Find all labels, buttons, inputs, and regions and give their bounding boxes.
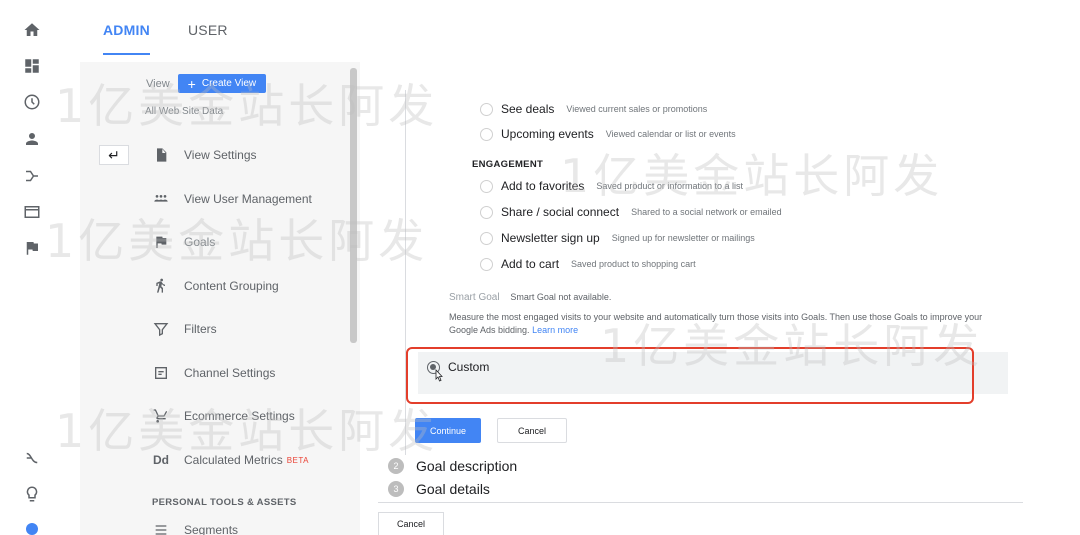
step-label: Goal description [416,458,518,474]
view-name: All Web Site Data [145,106,224,117]
nav-item-label: Segments [184,523,239,535]
personal-tools-section-label: PERSONAL TOOLS & ASSETS [152,497,297,508]
option-label: Add to favorites [501,179,585,193]
dd-icon: Dd [153,453,169,467]
radio-button[interactable] [480,231,493,245]
cart-icon [150,408,172,424]
home-icon[interactable] [23,21,41,39]
step-goal-details[interactable]: 3 Goal details [388,481,490,497]
option-desc: Saved product or information to a list [596,181,743,191]
person-icon[interactable] [23,130,41,148]
top-tabs: ADMIN USER [80,0,1080,62]
analytics-admin-screen: ADMIN USER View + Create View All Web Si… [0,0,1080,535]
option-label: Upcoming events [501,127,594,141]
back-arrow-icon: ↵ [108,146,120,163]
nav-item-calculated-metrics[interactable]: Dd Calculated Metrics BETA [150,450,309,470]
smart-goal-label: Smart Goal [449,292,500,303]
radio-button[interactable] [480,205,493,219]
beta-badge: BETA [286,455,310,465]
continue-button[interactable]: Continue [415,418,481,443]
radio-button[interactable] [480,179,493,193]
nav-scrollbar[interactable] [350,68,357,343]
option-desc: Shared to a social network or emailed [631,207,782,217]
learn-more-link[interactable]: Learn more [532,325,578,335]
nav-item-label: Ecommerce Settings [184,409,295,423]
custom-option-label: Custom [448,360,490,374]
nav-item-label: View Settings [184,148,257,162]
step-goal-description[interactable]: 2 Goal description [388,458,517,474]
admin-gear-icon[interactable] [23,520,41,535]
cancel-button[interactable]: Cancel [497,418,567,443]
filter-icon [150,321,172,337]
custom-highlight-box [406,347,974,404]
nav-item-ecommerce-settings[interactable]: Ecommerce Settings [150,406,295,426]
nav-item-label: Filters [184,322,217,336]
clock-icon[interactable] [23,93,41,111]
option-desc: Viewed calendar or list or events [605,129,736,139]
channel-icon [150,365,172,381]
nav-item-label: Channel Settings [184,366,276,380]
option-label: Newsletter sign up [501,231,600,245]
radio-button[interactable] [480,257,493,271]
option-label: See deals [501,102,555,116]
smart-goal-title: Smart Goal Smart Goal not available. [449,292,611,303]
goal-option-newsletter-sign-up[interactable]: Newsletter sign up Signed up for newslet… [480,231,755,245]
create-view-label: Create View [201,78,257,89]
flag-icon[interactable] [23,239,41,257]
bottom-divider [378,502,1023,503]
nav-item-goals[interactable]: Goals [150,232,215,252]
goal-option-add-to-favorites[interactable]: Add to favorites Saved product or inform… [480,179,743,193]
walk-icon [150,278,172,294]
flag-icon [150,234,172,250]
option-desc: Signed up for newsletter or mailings [611,233,755,243]
smart-goal-desc-text: Measure the most engaged visits to your … [449,312,983,335]
nav-item-channel-settings[interactable]: Channel Settings [150,363,275,383]
document-icon [150,147,172,163]
tab-user[interactable]: USER [188,22,228,38]
nav-item-view-user-management[interactable]: View User Management [150,189,312,209]
behavior-icon[interactable] [23,203,41,221]
left-rail [0,0,80,535]
nav-item-filters[interactable]: Filters [150,319,217,339]
lightbulb-icon[interactable] [23,485,41,503]
option-desc: Viewed current sales or promotions [566,104,708,114]
dashboard-icon[interactable] [23,57,41,75]
nav-item-label: Calculated Metrics [184,453,283,467]
step-number: 2 [388,458,404,474]
option-label: Share / social connect [501,205,620,219]
nav-item-segments[interactable]: Segments [150,520,238,535]
engagement-header: ENGAGEMENT [472,159,544,170]
nav-item-label: Goals [184,235,216,249]
smart-goal-status: Smart Goal not available. [510,292,612,302]
nav-item-label: Content Grouping [184,279,279,293]
goal-option-see-deals[interactable]: See deals Viewed current sales or promot… [480,102,707,116]
nav-item-content-grouping[interactable]: Content Grouping [150,276,279,296]
goal-option-share-social-connect[interactable]: Share / social connect Shared to a socia… [480,205,782,219]
nav-item-label: View User Management [184,192,312,206]
smart-goal-description: Measure the most engaged visits to your … [449,311,1009,337]
mouse-pointer-icon [435,369,443,382]
plus-icon: + [187,75,196,92]
radio-button[interactable] [480,102,493,116]
nav-item-view-settings[interactable]: View Settings [150,145,257,165]
view-header: View + Create View [146,74,267,93]
back-button[interactable]: ↵ [99,145,129,165]
option-label: Add to cart [501,257,560,271]
create-view-button[interactable]: + Create View [177,74,267,93]
attribution-icon[interactable] [23,449,41,467]
view-label: View [146,77,170,90]
bottom-cancel-button[interactable]: Cancel [378,512,444,535]
goal-option-add-to-cart[interactable]: Add to cart Saved product to shopping ca… [480,257,696,271]
radio-button[interactable] [480,127,493,141]
people-icon [150,191,172,207]
step-label: Goal details [416,481,490,497]
segments-icon [150,522,172,535]
goal-option-upcoming-events[interactable]: Upcoming events Viewed calendar or list … [480,127,736,141]
step-number: 3 [388,481,404,497]
option-desc: Saved product to shopping cart [571,259,696,269]
acquisition-icon[interactable] [23,167,41,185]
tab-admin[interactable]: ADMIN [103,22,150,55]
